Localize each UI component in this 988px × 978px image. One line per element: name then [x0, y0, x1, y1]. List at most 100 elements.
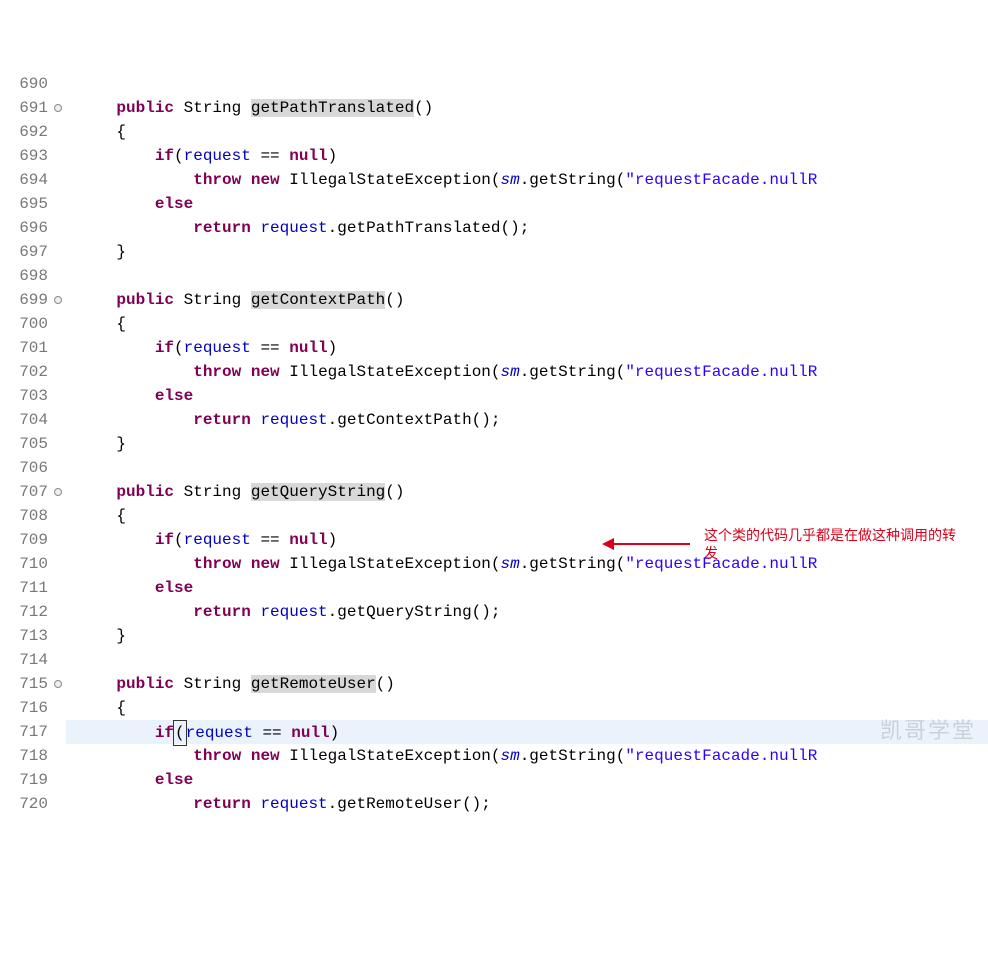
token-plain: } — [78, 435, 126, 453]
code-line[interactable]: else — [66, 192, 988, 216]
fold-marker-cell — [52, 768, 66, 792]
code-line[interactable]: } — [66, 432, 988, 456]
token-plain: () — [414, 99, 433, 117]
token-fld: request — [260, 795, 327, 813]
token-plain — [78, 339, 155, 357]
fold-toggle-icon[interactable] — [54, 104, 62, 112]
token-plain — [78, 603, 193, 621]
code-line[interactable] — [66, 72, 988, 96]
code-line[interactable]: return request.getQueryString(); — [66, 600, 988, 624]
fold-toggle-icon[interactable] — [54, 488, 62, 496]
token-plain: String — [184, 99, 251, 117]
token-fld: request — [186, 724, 253, 742]
code-line[interactable]: else — [66, 384, 988, 408]
code-line[interactable]: if(request == null) — [66, 144, 988, 168]
token-plain: () — [385, 483, 404, 501]
token-plain: .getString( — [520, 747, 626, 765]
token-plain — [78, 147, 155, 165]
code-line[interactable]: if(request == null) — [66, 720, 988, 744]
token-ret: return — [193, 411, 251, 429]
code-line[interactable]: } — [66, 624, 988, 648]
token-kw: if — [155, 724, 174, 742]
token-kw: if — [155, 339, 174, 357]
fold-marker-cell — [52, 552, 66, 576]
fold-marker-cell — [52, 192, 66, 216]
token-plain: == — [251, 531, 289, 549]
code-line[interactable] — [66, 456, 988, 480]
code-line[interactable]: return request.getContextPath(); — [66, 408, 988, 432]
code-line[interactable]: public String getContextPath() — [66, 288, 988, 312]
line-number: 695 — [0, 192, 48, 216]
token-plain: IllegalStateException( — [280, 555, 501, 573]
line-number: 708 — [0, 504, 48, 528]
fold-marker-cell — [52, 648, 66, 672]
token-plain — [78, 675, 116, 693]
token-plain — [78, 483, 116, 501]
fold-marker-cell — [52, 72, 66, 96]
code-line[interactable]: } — [66, 240, 988, 264]
token-plain: IllegalStateException( — [280, 171, 501, 189]
code-line[interactable]: { — [66, 504, 988, 528]
token-plain — [78, 771, 155, 789]
token-str: "requestFacade.nullR — [625, 555, 817, 573]
token-kw: new — [251, 747, 280, 765]
line-number: 718 — [0, 744, 48, 768]
token-fld: request — [260, 411, 327, 429]
token-kw: null — [291, 724, 329, 742]
code-line[interactable]: throw new IllegalStateException(sm.getSt… — [66, 168, 988, 192]
line-number: 704 — [0, 408, 48, 432]
token-plain — [241, 363, 251, 381]
code-line[interactable]: public String getPathTranslated() — [66, 96, 988, 120]
fold-marker-cell — [52, 600, 66, 624]
code-line[interactable]: { — [66, 312, 988, 336]
code-line[interactable]: if(request == null) — [66, 528, 988, 552]
token-fldi: sm — [501, 555, 520, 573]
token-plain: ( — [174, 147, 184, 165]
token-plain — [78, 747, 193, 765]
token-kw: throw — [193, 171, 241, 189]
fold-marker-cell — [52, 384, 66, 408]
token-plain: String — [184, 483, 251, 501]
line-number: 702 — [0, 360, 48, 384]
code-line[interactable]: if(request == null) — [66, 336, 988, 360]
code-line[interactable] — [66, 264, 988, 288]
token-plain: String — [184, 675, 251, 693]
token-plain: { — [78, 123, 126, 141]
line-number: 703 — [0, 384, 48, 408]
token-plain — [78, 363, 193, 381]
fold-marker-cell — [52, 672, 66, 696]
marker-gutter — [52, 72, 66, 816]
token-plain — [251, 411, 261, 429]
code-line[interactable] — [66, 648, 988, 672]
token-plain: ) — [328, 531, 338, 549]
code-line[interactable]: public String getQueryString() — [66, 480, 988, 504]
code-area[interactable]: public String getPathTranslated() { if(r… — [66, 72, 988, 816]
token-plain: == — [253, 724, 291, 742]
code-line[interactable]: throw new IllegalStateException(sm.getSt… — [66, 744, 988, 768]
fold-marker-cell — [52, 480, 66, 504]
token-kw: else — [155, 387, 193, 405]
token-plain — [174, 483, 184, 501]
code-line[interactable]: public String getRemoteUser() — [66, 672, 988, 696]
code-line[interactable]: else — [66, 576, 988, 600]
token-plain — [78, 291, 116, 309]
code-line[interactable]: else — [66, 768, 988, 792]
token-plain: { — [78, 699, 126, 717]
code-line[interactable]: { — [66, 696, 988, 720]
fold-toggle-icon[interactable] — [54, 296, 62, 304]
token-fldi: sm — [501, 171, 520, 189]
fold-toggle-icon[interactable] — [54, 680, 62, 688]
token-kw: new — [251, 555, 280, 573]
code-line[interactable]: throw new IllegalStateException(sm.getSt… — [66, 552, 988, 576]
code-line[interactable]: return request.getRemoteUser(); — [66, 792, 988, 816]
token-str: "requestFacade.nullR — [625, 171, 817, 189]
code-line[interactable]: { — [66, 120, 988, 144]
fold-marker-cell — [52, 264, 66, 288]
fold-marker-cell — [52, 576, 66, 600]
fold-marker-cell — [52, 312, 66, 336]
token-kw: else — [155, 771, 193, 789]
code-editor[interactable]: 6906916926936946956966976986997007017027… — [0, 72, 988, 816]
code-line[interactable]: throw new IllegalStateException(sm.getSt… — [66, 360, 988, 384]
token-plain — [241, 747, 251, 765]
code-line[interactable]: return request.getPathTranslated(); — [66, 216, 988, 240]
